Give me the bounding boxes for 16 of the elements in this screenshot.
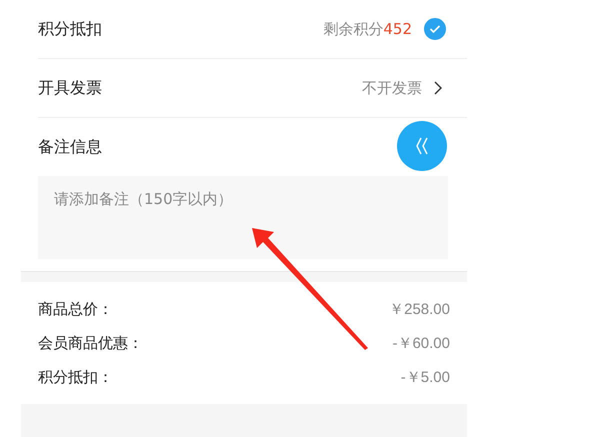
checkbox[interactable] bbox=[424, 18, 446, 40]
summary-value: -￥60.00 bbox=[392, 334, 450, 352]
option-label: 积分抵扣 bbox=[38, 18, 103, 40]
chevron-right-icon bbox=[434, 81, 442, 95]
summary-value: -￥5.00 bbox=[400, 368, 450, 386]
invoice-value[interactable]: 不开发票 bbox=[362, 78, 422, 98]
remark-label: 备注信息 bbox=[38, 136, 102, 158]
points-balance: 剩余积分452 bbox=[323, 20, 412, 38]
checkmark-icon bbox=[429, 24, 441, 34]
summary-label: 积分抵扣： bbox=[38, 368, 113, 386]
summary-value: ￥258.00 bbox=[389, 300, 450, 318]
summary-label: 会员商品优惠： bbox=[38, 334, 143, 352]
option-label: 开具发票 bbox=[38, 78, 103, 98]
double-chevron-left-icon bbox=[415, 136, 429, 156]
remark-field[interactable]: 请添加备注（150字以内） bbox=[38, 176, 448, 259]
summary-label: 商品总价： bbox=[38, 300, 113, 318]
